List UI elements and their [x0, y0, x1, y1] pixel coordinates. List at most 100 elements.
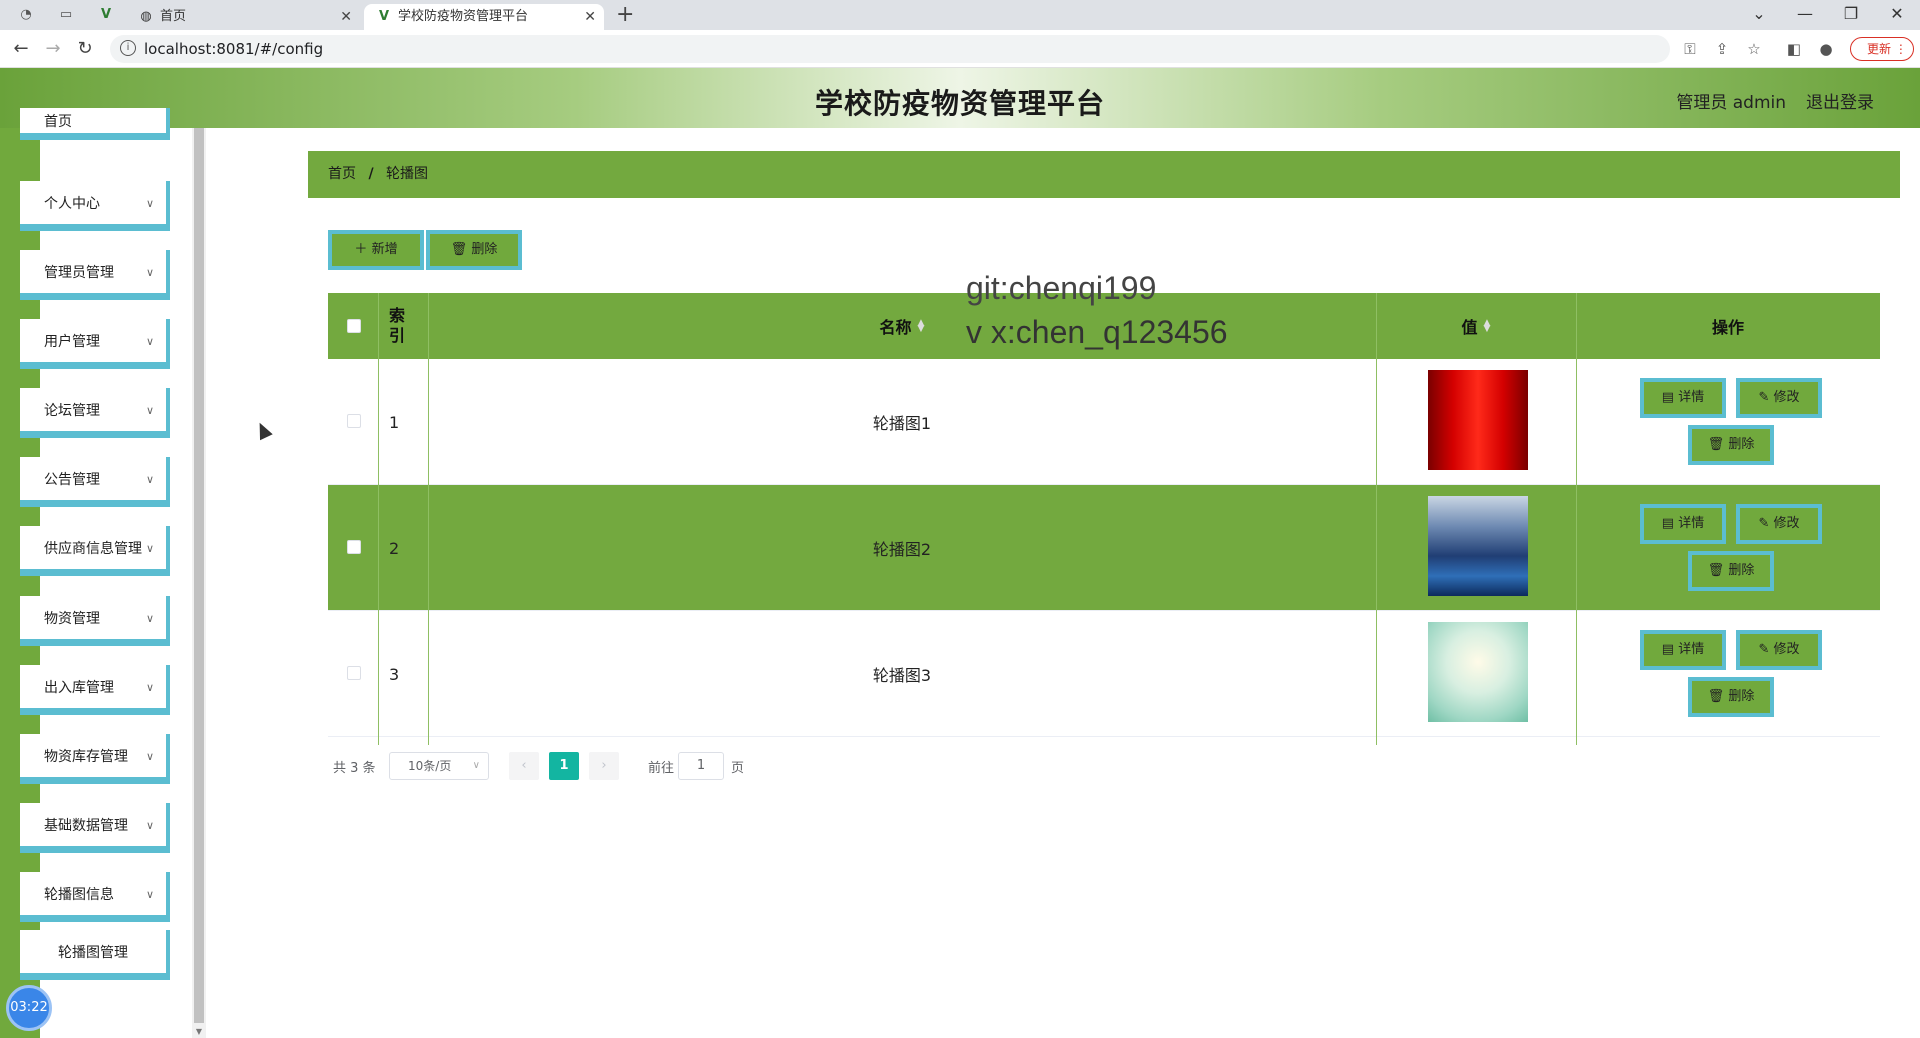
watermark-line2: v x:chen_q123456 [966, 314, 1228, 350]
new-tab-button[interactable]: + [616, 3, 634, 27]
sidebar-item[interactable]: 物资库存管理 ∨ [20, 734, 170, 784]
header-name[interactable]: 名称 ▲ ▼ [428, 293, 1376, 359]
info-icon[interactable]: i [120, 40, 136, 56]
sidebar-item[interactable]: 首页 [20, 108, 170, 140]
sidebar-item[interactable]: 供应商信息管理 ∨ [20, 526, 170, 576]
sidebar-item-label: 出入库管理 [44, 680, 114, 696]
sidebar-item[interactable]: 轮播图信息 ∨ [20, 872, 170, 922]
next-page-button[interactable]: › [589, 752, 619, 780]
detail-label: 详情 [1678, 642, 1705, 657]
chevron-down-icon: ∨ [145, 404, 154, 417]
select-all-checkbox[interactable] [347, 319, 361, 333]
table-row[interactable]: 3 轮播图3 ▤ 详情 ✎ 修改 🗑 删除 [328, 611, 1880, 737]
delete-label: 删除 [1728, 689, 1755, 704]
breadcrumb-home[interactable]: 首页 [328, 166, 356, 182]
column-divider [378, 293, 379, 745]
delete-button[interactable]: 🗑 删除 [1688, 425, 1774, 465]
restore-icon[interactable]: ❐ [1828, 0, 1874, 30]
share-icon[interactable]: ⇪ [1712, 39, 1732, 59]
table-row[interactable]: 2 轮播图2 ▤ 详情 ✎ 修改 🗑 删除 [328, 485, 1880, 611]
omnibox[interactable]: i localhost:8081/#/config [110, 35, 1670, 63]
prev-page-button[interactable]: ‹ [509, 752, 539, 780]
tab-search-icon[interactable]: ⌄ [1736, 0, 1782, 30]
detail-label: 详情 [1678, 390, 1705, 405]
edit-label: 修改 [1773, 516, 1800, 531]
page-size-select[interactable]: 10条/页 ∨ [389, 752, 489, 780]
tab-home[interactable]: ◍ 首页 ✕ [126, 4, 360, 30]
star-icon[interactable]: ☆ [1744, 39, 1764, 59]
sidebar-item[interactable]: 出入库管理 ∨ [20, 665, 170, 715]
header-index: 索 引 [389, 306, 406, 345]
sidepanel-icon[interactable]: ◧ [1784, 39, 1804, 59]
detail-button[interactable]: ▤ 详情 [1640, 504, 1726, 544]
table-row[interactable]: 1 轮播图1 ▤ 详情 ✎ 修改 🗑 删除 [328, 359, 1880, 485]
tab-active[interactable]: V 学校防疫物资管理平台 ✕ [364, 4, 604, 30]
sidebar-scrollbar[interactable]: ▼ [192, 128, 206, 1038]
current-user: 管理员 admin [1676, 93, 1786, 113]
row-index: 3 [389, 664, 400, 684]
window-close-icon[interactable]: ✕ [1874, 0, 1920, 30]
delete-button[interactable]: 🗑 删除 [1688, 551, 1774, 591]
edit-icon: ✎ [1758, 390, 1774, 405]
back-icon[interactable]: ← [10, 38, 32, 60]
blank-page-icon[interactable]: ▭ [58, 7, 74, 23]
current-page[interactable]: 1 [549, 752, 579, 780]
row-checkbox[interactable] [347, 540, 361, 554]
header-value[interactable]: 值 ▲ ▼ [1376, 293, 1576, 359]
timer-badge: 03:22 [6, 985, 52, 1031]
minimize-icon[interactable]: — [1782, 0, 1828, 30]
sidebar-item-label: 物资管理 [44, 611, 100, 627]
edit-button[interactable]: ✎ 修改 [1736, 378, 1822, 418]
logout-link[interactable]: 退出登录 [1806, 88, 1874, 113]
close-icon[interactable]: ✕ [340, 4, 352, 30]
edit-label: 修改 [1773, 642, 1800, 657]
chevron-down-icon: ∨ [145, 750, 154, 763]
detail-button[interactable]: ▤ 详情 [1640, 630, 1726, 670]
row-checkbox[interactable] [347, 666, 361, 680]
url-text[interactable]: localhost:8081/#/config [144, 40, 323, 58]
batch-delete-button[interactable]: 🗑 删除 [426, 230, 522, 270]
delete-label: 删除 [1728, 437, 1755, 452]
address-bar: ← → ↻ i localhost:8081/#/config ⚿ ⇪ ☆ ◧ … [0, 30, 1920, 68]
row-checkbox[interactable] [347, 414, 361, 428]
forward-icon[interactable]: → [42, 38, 64, 60]
goto-input[interactable]: 1 [678, 752, 724, 780]
detail-button[interactable]: ▤ 详情 [1640, 378, 1726, 418]
sidebar-item-label: 基础数据管理 [44, 818, 128, 834]
sidebar-item-label: 首页 [44, 114, 72, 130]
vue-icon[interactable]: V [98, 7, 114, 23]
sidebar-item-label: 轮播图信息 [44, 887, 114, 903]
sidebar-item[interactable]: 管理员管理 ∨ [20, 250, 170, 300]
header-value-label: 值 [1461, 318, 1478, 337]
history-icon[interactable]: ◔ [18, 7, 34, 23]
sidebar-item[interactable]: 轮播图管理 [20, 930, 170, 980]
reload-icon[interactable]: ↻ [74, 38, 96, 60]
edit-icon: ✎ [1758, 642, 1774, 657]
add-button[interactable]: ＋ 新增 [328, 230, 424, 270]
key-icon[interactable]: ⚿ [1680, 39, 1700, 59]
scroll-down-icon[interactable]: ▼ [194, 1027, 204, 1036]
sidebar-item[interactable]: 论坛管理 ∨ [20, 388, 170, 438]
sort-icon[interactable]: ▲ ▼ [918, 319, 925, 334]
add-label: 新增 [371, 242, 398, 257]
edit-button[interactable]: ✎ 修改 [1736, 630, 1822, 670]
scrollbar-thumb[interactable] [194, 128, 204, 1023]
close-icon[interactable]: ✕ [584, 4, 596, 30]
plus-icon: ＋ [354, 242, 368, 257]
delete-button[interactable]: 🗑 删除 [1688, 677, 1774, 717]
mouse-cursor [253, 419, 273, 441]
edit-button[interactable]: ✎ 修改 [1736, 504, 1822, 544]
sidebar-item[interactable]: 用户管理 ∨ [20, 319, 170, 369]
sidebar-item[interactable]: 物资管理 ∨ [20, 596, 170, 646]
sidebar-item[interactable]: 个人中心 ∨ [20, 181, 170, 231]
chevron-down-icon: ∨ [145, 819, 154, 832]
header-name-label: 名称 [879, 318, 912, 337]
sidebar-item[interactable]: 基础数据管理 ∨ [20, 803, 170, 853]
sort-icon[interactable]: ▲ ▼ [1484, 319, 1491, 334]
update-button[interactable]: 更新 ⋮ [1850, 37, 1914, 61]
sidebar-item-label: 供应商信息管理 [44, 541, 142, 557]
sidebar-item-label: 公告管理 [44, 472, 100, 488]
carousel-image [1428, 496, 1528, 596]
sidebar-item[interactable]: 公告管理 ∨ [20, 457, 170, 507]
profile-icon[interactable]: ● [1816, 39, 1836, 59]
